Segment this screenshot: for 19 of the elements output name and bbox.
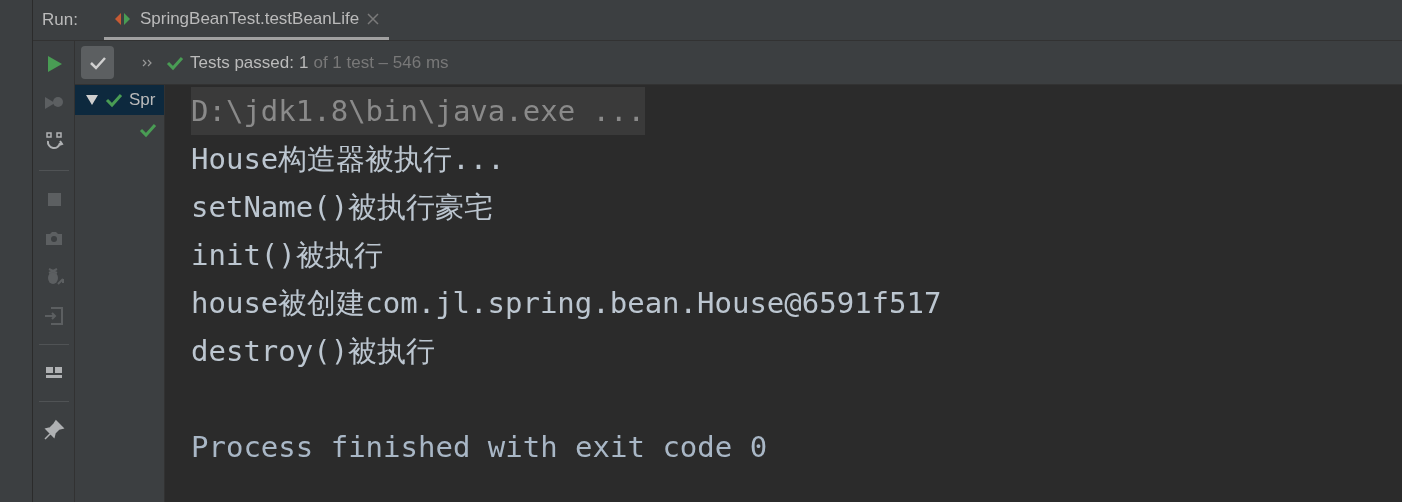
console-line: setName()被执行豪宅	[191, 189, 495, 226]
tree-label: Spr	[129, 89, 156, 112]
pin-icon[interactable]	[42, 419, 65, 441]
console-line: Process finished with exit code 0	[191, 429, 769, 466]
status-count: 1	[298, 51, 309, 74]
console-line: destroy()被执行	[191, 333, 437, 370]
test-icon	[113, 10, 132, 27]
close-icon[interactable]	[367, 12, 380, 25]
status-summary: of 1 test – 546 ms	[313, 51, 449, 74]
console-line: init()被执行	[191, 237, 384, 274]
tree-row[interactable]: Spr	[75, 85, 164, 115]
run-label: Run:	[42, 8, 78, 31]
show-passed-button[interactable]	[81, 46, 114, 79]
check-icon	[88, 55, 107, 70]
expand-arrow-icon[interactable]	[85, 94, 99, 106]
chevron-icon[interactable]	[142, 58, 152, 67]
console-line: House构造器被执行...	[191, 141, 506, 178]
status-label: Tests passed:	[190, 51, 294, 74]
console-line: house被创建com.jl.spring.bean.House@6591f517	[191, 285, 943, 322]
